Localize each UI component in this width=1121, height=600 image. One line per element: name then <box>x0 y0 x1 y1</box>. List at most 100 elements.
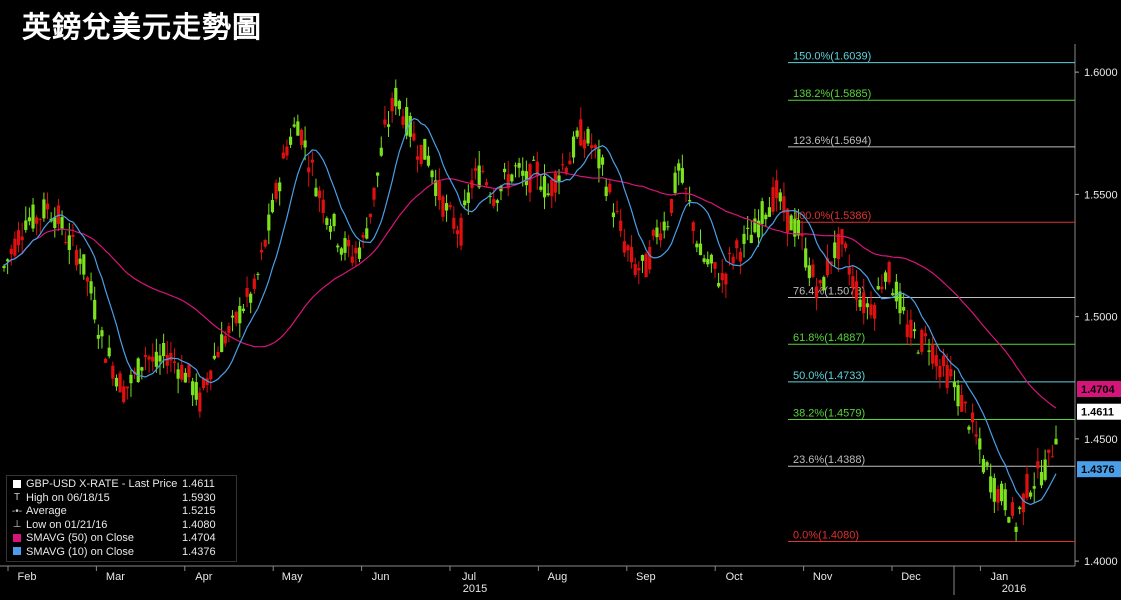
candle-body <box>865 303 869 308</box>
candle-body <box>575 130 579 137</box>
candle-body <box>103 358 108 363</box>
x-tick-label: May <box>282 571 303 583</box>
candle-body <box>844 243 848 249</box>
x-tick-label: Nov <box>813 571 833 583</box>
candle-body <box>557 175 561 182</box>
candle-body <box>513 165 518 167</box>
candle-body <box>64 242 68 244</box>
candle-body <box>394 87 398 107</box>
candle-body <box>785 208 790 233</box>
candle-body <box>292 124 296 127</box>
candle-body <box>172 361 177 364</box>
candle-body <box>318 190 322 199</box>
candle-body <box>357 247 362 259</box>
candle-body <box>20 236 24 241</box>
candle-body <box>122 386 126 403</box>
candle-body <box>666 226 670 228</box>
candle-body <box>484 182 489 186</box>
legend-item: T High on 06/18/15 1.5930 <box>11 492 232 506</box>
candle-body <box>550 179 554 197</box>
candle-body <box>303 140 307 148</box>
candle-body <box>510 174 514 182</box>
fib-level-label: 0.0%(1.4080) <box>793 530 859 542</box>
candle-body <box>386 124 391 127</box>
candle-body <box>590 145 594 149</box>
x-tick-label: Jul <box>462 571 476 583</box>
candle-body <box>960 395 964 412</box>
candle-body <box>183 372 187 383</box>
candle-body <box>916 352 920 354</box>
fib-level-label: 61.8%(1.4887) <box>793 332 865 344</box>
candle-body <box>1047 449 1051 453</box>
fib-level-label: 100.0%(1.5386) <box>793 210 871 222</box>
candle-body <box>383 119 387 125</box>
candle-body <box>60 217 64 229</box>
legend-label: Average <box>26 505 67 517</box>
x-tick-label: Sep <box>636 571 656 583</box>
candle-body <box>931 344 935 364</box>
candle-body <box>372 187 376 200</box>
candle-body <box>669 199 674 214</box>
candle-body <box>227 326 231 334</box>
candle-body <box>742 233 746 244</box>
candle-body <box>894 281 898 302</box>
candle-body <box>114 377 119 387</box>
candle-body <box>542 176 547 198</box>
candle-body <box>648 246 652 270</box>
candle-body <box>771 187 775 212</box>
candle-body <box>677 163 681 171</box>
candle-body <box>448 205 452 208</box>
candle-body <box>1014 526 1018 532</box>
candle-body <box>245 287 249 297</box>
candle-body <box>651 230 655 236</box>
y-tick-label: 1.5000 <box>1084 312 1118 324</box>
legend-value: 1.5215 <box>182 505 216 517</box>
legend-item: GBP-USD X-RATE - Last Price 1.4611 <box>11 478 232 492</box>
candle-body <box>234 311 238 324</box>
candle-body <box>495 200 499 203</box>
candle-body <box>521 170 525 176</box>
x-tick-label: Jan <box>991 571 1009 583</box>
candle-body <box>1043 459 1047 480</box>
candle-body <box>299 129 304 145</box>
candle-body <box>1029 492 1033 497</box>
magenta-square-icon <box>11 533 23 544</box>
candle-body <box>368 213 372 218</box>
candle-body <box>615 210 619 212</box>
candle-body <box>564 167 568 173</box>
candle-body <box>586 129 590 144</box>
candle-body <box>343 238 347 253</box>
candle-body <box>24 220 28 230</box>
legend-item: SMAVG (50) on Close 1.4704 <box>11 532 232 546</box>
candle-body <box>278 182 282 192</box>
candle-body <box>695 243 699 248</box>
candle-body <box>74 249 79 266</box>
candle-body <box>604 186 608 197</box>
candle-body <box>35 217 39 224</box>
candle-body <box>702 258 706 263</box>
candle-body <box>444 203 449 211</box>
candle-body <box>1032 486 1036 489</box>
y-tick-label: 1.6000 <box>1084 67 1118 79</box>
candle-body <box>154 351 158 367</box>
y-tick-label: 1.4000 <box>1084 556 1118 568</box>
x-tick-label: Aug <box>548 571 568 583</box>
candle-body <box>13 238 17 256</box>
candle-body <box>379 147 383 156</box>
candle-body <box>107 347 111 357</box>
candle-body <box>655 227 659 238</box>
candle-body <box>713 262 717 269</box>
candle-body <box>336 245 340 248</box>
candle-body <box>397 100 402 110</box>
candle-body <box>709 254 713 264</box>
candle-body <box>619 220 623 231</box>
candle-body <box>42 199 46 219</box>
candle-body <box>71 234 75 237</box>
x-tick-label: Jun <box>372 571 390 583</box>
candle-body <box>412 133 416 141</box>
candle-body <box>952 381 957 388</box>
candle-body <box>898 291 902 314</box>
candle-body <box>408 116 412 137</box>
fib-level-label: 150.0%(1.6039) <box>793 51 871 63</box>
candle-body <box>314 187 318 197</box>
